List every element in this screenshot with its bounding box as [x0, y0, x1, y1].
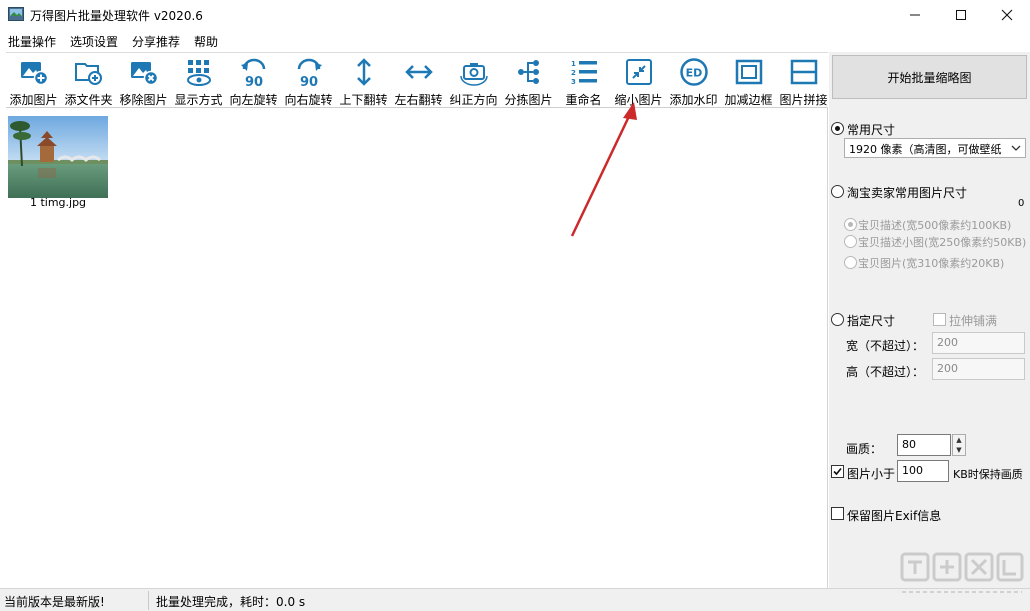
add-folder-button[interactable]: 添文件夹: [61, 53, 116, 109]
add-watermark-button[interactable]: ED 添加水印: [666, 53, 721, 109]
app-icon: [8, 7, 24, 21]
custom-size-label: 指定尺寸: [847, 314, 896, 328]
keep-quality-prefix: 图片小于: [847, 467, 896, 481]
window-title: 万得图片批量处理软件 v2020.6: [30, 9, 203, 23]
site-watermark-icon: [900, 552, 1024, 593]
border-button[interactable]: 加减边框: [721, 53, 776, 109]
stepper-down-icon[interactable]: ▼: [953, 445, 965, 455]
sort-images-icon: [518, 60, 539, 84]
quality-label: 画质：: [846, 442, 883, 456]
keep-quality-checkbox[interactable]: [831, 465, 844, 478]
process-status: 批量处理完成，耗时：0.0 s: [156, 595, 306, 609]
menu-bar: 批量操作 选项设置 分享推荐 帮助: [0, 30, 1030, 51]
keep-exif-checkbox[interactable]: [831, 507, 844, 520]
menu-options[interactable]: 选项设置: [70, 33, 118, 50]
watermark-icon: ED: [680, 58, 708, 86]
flip-horizontal-icon: [405, 65, 433, 79]
image-list[interactable]: 1 timg.jpg: [0, 108, 828, 588]
taobao-side-value: 0: [1018, 198, 1025, 209]
menu-share[interactable]: 分享推荐: [132, 33, 180, 50]
remove-image-icon: [131, 62, 159, 86]
chevron-down-icon: [1011, 145, 1021, 151]
common-size-radio[interactable]: [831, 122, 844, 135]
rotate-right-icon: 90: [297, 58, 322, 87]
svg-text:1: 1: [571, 60, 576, 68]
taobao-thumb-radio: [844, 235, 857, 248]
maximize-icon: [956, 10, 966, 20]
flip-vertical-button[interactable]: 上下翻转: [336, 53, 391, 109]
common-size-label: 常用尺寸: [847, 123, 896, 137]
maximize-button[interactable]: [938, 0, 984, 30]
checkmark-icon: [833, 467, 842, 476]
quality-input[interactable]: 80: [897, 434, 951, 456]
svg-text:2: 2: [571, 69, 576, 77]
toolbar-label: 图片拼接: [779, 93, 828, 107]
add-folder-icon: [75, 63, 102, 85]
stretch-checkbox: [933, 313, 946, 326]
height-label: 高（不超过）：: [846, 365, 925, 379]
version-status: 当前版本是最新版!: [4, 595, 105, 609]
display-mode-icon: [187, 60, 211, 86]
width-label: 宽（不超过）：: [846, 339, 925, 353]
close-button[interactable]: [984, 0, 1030, 30]
height-input: 200: [932, 358, 1025, 380]
image-thumbnail[interactable]: [8, 116, 108, 198]
keep-exif-label: 保留图片Exif信息: [847, 509, 942, 523]
taobao-size-radio[interactable]: [831, 185, 844, 198]
border-icon: [735, 59, 763, 85]
status-divider: [148, 591, 149, 610]
add-image-icon: [21, 62, 49, 86]
common-size-value: 1920 像素（高清图，可做壁纸: [849, 143, 1002, 156]
quality-stepper[interactable]: ▲ ▼: [952, 434, 966, 456]
taobao-thumb-label: 宝贝描述小图(宽250像素约50KB): [858, 236, 1027, 249]
remove-image-button[interactable]: 移除图片: [116, 53, 171, 109]
keep-quality-suffix: KB时保持画质: [953, 468, 1023, 481]
svg-text:ED: ED: [686, 67, 703, 80]
common-size-select[interactable]: 1920 像素（高清图，可做壁纸: [844, 138, 1026, 158]
rotate-left-button[interactable]: 90 向左旋转: [226, 53, 281, 109]
width-input: 200: [932, 332, 1025, 354]
correct-orientation-icon: [460, 63, 488, 86]
menu-help[interactable]: 帮助: [194, 33, 218, 50]
stretch-label: 拉伸铺满: [949, 314, 998, 328]
flip-horizontal-button[interactable]: 左右翻转: [391, 53, 446, 109]
menu-batch[interactable]: 批量操作: [8, 33, 56, 50]
taobao-image-radio: [844, 256, 857, 269]
thumbnail-image: [8, 116, 108, 198]
correct-orientation-button[interactable]: 纠正方向: [446, 53, 501, 109]
minimize-button[interactable]: [892, 0, 938, 30]
add-image-button[interactable]: 添加图片: [6, 53, 61, 109]
shrink-image-icon: [626, 59, 652, 85]
settings-panel: 开始批量缩略图 常用尺寸 1920 像素（高清图，可做壁纸 淘宝卖家常用图片尺寸…: [829, 52, 1030, 588]
close-icon: [1001, 9, 1013, 21]
status-bar: 当前版本是最新版! 批量处理完成，耗时：0.0 s: [0, 588, 1030, 611]
sort-images-button[interactable]: 分拣图片: [501, 53, 556, 109]
svg-text:90: 90: [245, 75, 263, 87]
toolbar: 添加图片 添文件夹 移除图片 显示方式 90 向左旋转 90 向右旋转 上下翻转…: [6, 52, 828, 108]
rotate-left-icon: 90: [241, 58, 266, 87]
annotation-arrow-icon: [570, 102, 637, 237]
custom-size-radio[interactable]: [831, 313, 844, 326]
start-batch-button[interactable]: 开始批量缩略图: [832, 55, 1027, 99]
flip-vertical-icon: [357, 58, 371, 86]
keep-quality-input[interactable]: 100: [897, 460, 949, 482]
title-bar: 万得图片批量处理软件 v2020.6: [0, 0, 1030, 30]
minimize-icon: [910, 14, 920, 16]
display-mode-button[interactable]: 显示方式: [171, 53, 226, 109]
image-filename: 1 timg.jpg: [29, 196, 87, 209]
taobao-desc-radio: [844, 218, 857, 231]
svg-text:3: 3: [571, 78, 576, 86]
rename-icon: 1 2 3: [571, 60, 597, 86]
stitch-button[interactable]: 图片拼接: [776, 53, 831, 109]
rotate-right-button[interactable]: 90 向右旋转: [281, 53, 336, 109]
svg-text:90: 90: [300, 75, 318, 87]
taobao-desc-label: 宝贝描述(宽500像素约100KB): [858, 219, 1012, 232]
taobao-image-label: 宝贝图片(宽310像素约20KB): [858, 257, 1005, 270]
stepper-up-icon[interactable]: ▲: [953, 435, 965, 445]
stitch-icon: [790, 59, 818, 85]
taobao-size-label: 淘宝卖家常用图片尺寸: [847, 186, 968, 200]
